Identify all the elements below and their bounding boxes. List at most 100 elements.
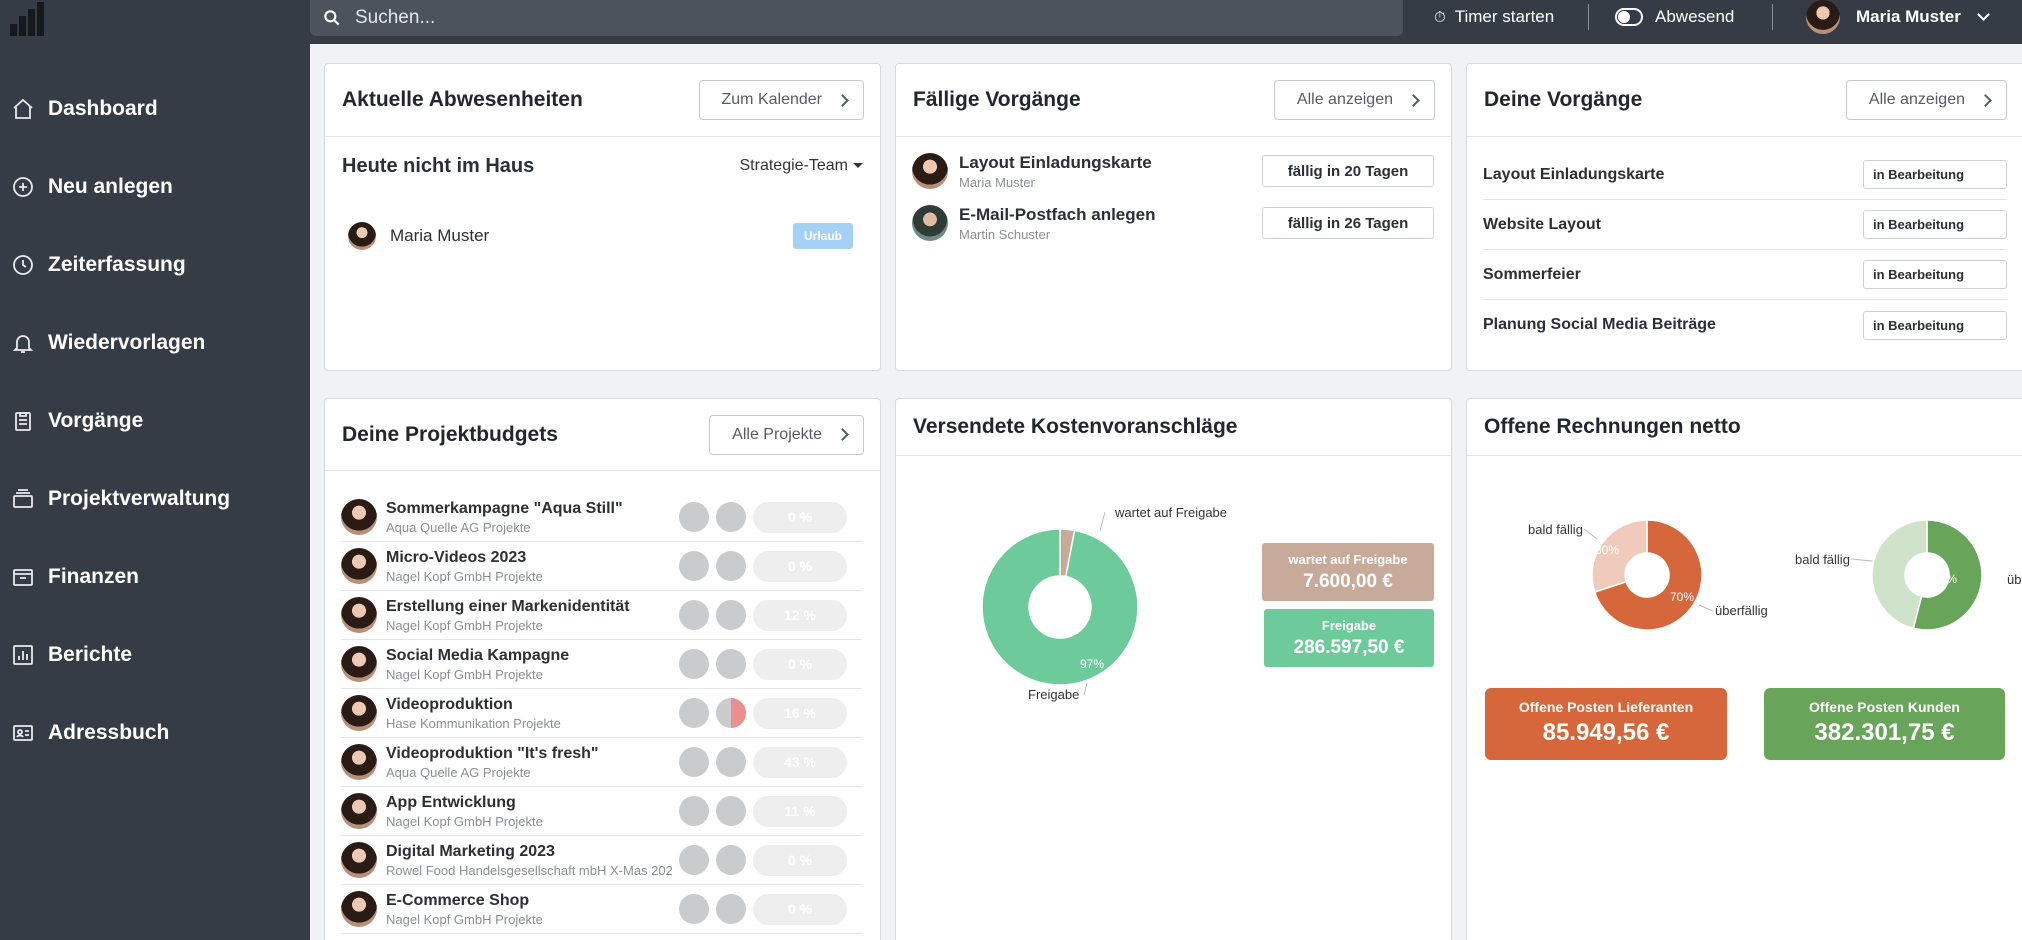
- card-title: Fällige Vorgänge: [913, 88, 1081, 111]
- chart-label: bald fällig: [1528, 522, 1583, 537]
- quote-wait-box: wartet auf Freigabe 7.600,00 €: [1262, 543, 1434, 601]
- quotes-card: Versendete Kostenvoranschläge wartet auf…: [895, 398, 1452, 940]
- chevron-right-icon: [1979, 93, 1992, 107]
- sidebar-item-label: Berichte: [48, 643, 133, 666]
- list-item[interactable]: E-Mail-Postfach anlegen Martin Schuster f…: [896, 197, 1451, 249]
- table-row[interactable]: Digital Marketing 2023 Rowel Food Handels…: [341, 836, 862, 885]
- table-row[interactable]: Social Media Kampagne Nagel Kopf GmbH Pro…: [341, 640, 862, 689]
- chevron-down-icon: [1977, 8, 1990, 21]
- app-logo[interactable]: [10, 2, 46, 36]
- away-label: Abwesend: [1655, 7, 1735, 26]
- list-item[interactable]: Sommerfeier in Bearbeitung: [1483, 250, 2007, 300]
- task-person: Martin Schuster: [959, 226, 1051, 242]
- timer-start-button[interactable]: ⏱ Timer starten: [1434, 0, 1554, 34]
- status-dot: [716, 845, 746, 875]
- timer-label: Timer starten: [1454, 7, 1555, 26]
- table-row[interactable]: App Entwicklung Nagel Kopf GmbH Projekte 1…: [341, 787, 862, 836]
- status-dot: [716, 747, 746, 777]
- table-row[interactable]: Videoproduktion "It's fresh" Aqua Quelle …: [341, 738, 862, 787]
- status-dot: [679, 845, 709, 875]
- chart-label: Freigabe: [1028, 687, 1080, 702]
- bar-chart-icon: [8, 640, 38, 670]
- box-label: Offene Posten Kunden: [1809, 699, 1960, 715]
- open-invoices-card: Offene Rechnungen netto bald fällig über…: [1466, 398, 2022, 940]
- list-item[interactable]: Layout Einladungskarte in Bearbeitung: [1483, 150, 2007, 200]
- team-dropdown[interactable]: Strategie-Team: [740, 157, 864, 175]
- away-toggle[interactable]: Abwesend: [1615, 0, 1734, 34]
- table-row[interactable]: Videoproduktion Hase Kommunikation Projek…: [341, 689, 862, 738]
- project-name: Micro-Videos 2023: [386, 548, 527, 566]
- leader-line: [1083, 682, 1088, 696]
- project-name: E-Commerce Shop: [386, 891, 530, 909]
- project-client: Aqua Quelle AG Projekte: [386, 764, 531, 780]
- project-name: Erstellung einer Markenidentität: [386, 597, 630, 615]
- sidebar-item-label: Wiedervorlagen: [48, 331, 206, 354]
- avatar: [912, 205, 948, 241]
- search-bar[interactable]: [310, 0, 1403, 36]
- project-client: Rowel Food Handelsgesellschaft mbH X-Mas…: [386, 862, 672, 878]
- pie-slice-approved[interactable]: [981, 528, 1139, 686]
- plus-circle-icon: [8, 172, 38, 202]
- show-all-button[interactable]: Alle anzeigen: [1845, 80, 2007, 120]
- sidebar-item-time-tracking[interactable]: Zeiterfassung: [0, 226, 310, 304]
- status-dot: [679, 649, 709, 679]
- button-label: Zum Kalender: [721, 91, 823, 108]
- sidebar-item-reminders[interactable]: Wiedervorlagen: [0, 304, 310, 382]
- project-client: Hase Kommunikation Projekte: [386, 715, 561, 731]
- user-menu[interactable]: Maria Muster: [1806, 0, 1990, 34]
- chevron-right-icon: [836, 428, 849, 441]
- top-bar: ⏱ Timer starten Abwesend Maria Muster: [310, 0, 2022, 44]
- divider: [1588, 4, 1589, 30]
- status-badge: in Bearbeitung: [1863, 260, 2007, 289]
- avatar: [348, 222, 376, 250]
- status-badge: in Bearbeitung: [1863, 310, 2007, 340]
- project-client: Aqua Quelle AG Projekte: [386, 519, 531, 535]
- list-item[interactable]: Planung Social Media Beiträge in Bearbeit…: [1483, 300, 2007, 350]
- home-icon: [8, 94, 38, 124]
- box-value: 286.597,50 €: [1293, 637, 1405, 658]
- quote-approved-box: Freigabe 286.597,50 €: [1264, 609, 1434, 667]
- my-tasks-card: Deine Vorgänge Alle anzeigen Layout Einl…: [1466, 63, 2022, 371]
- customers-open-box: Offene Posten Kunden 382.301,75 €: [1764, 688, 2005, 760]
- leader-line: [1099, 511, 1106, 532]
- table-row[interactable]: E-Commerce Shop Nagel Kopf GmbH Projekte 0…: [341, 885, 862, 934]
- data-label: 30%: [1595, 543, 1620, 557]
- status-dot: [716, 796, 746, 826]
- project-budgets-card: Deine Projektbudgets Alle Projekte Somme…: [324, 398, 881, 940]
- sidebar-item-new[interactable]: Neu anlegen: [0, 148, 310, 226]
- status-badge: Urlaub: [792, 223, 853, 249]
- table-row[interactable]: Micro-Videos 2023 Nagel Kopf GmbH Projekt…: [341, 542, 862, 591]
- list-item[interactable]: Website Layout in Bearbeitung: [1483, 200, 2007, 250]
- all-projects-button[interactable]: Alle Projekte: [709, 414, 864, 455]
- status-dot: [716, 894, 746, 924]
- table-row[interactable]: Erstellung einer Markenidentität Nagel Ko…: [341, 591, 862, 640]
- box-label: Offene Posten Lieferanten: [1518, 699, 1694, 715]
- sidebar: Dashboard Neu anlegen Zeiterfassung Wied…: [0, 0, 310, 940]
- sidebar-item-reports[interactable]: Berichte: [0, 616, 310, 694]
- budget-percent: 0 %: [753, 550, 847, 582]
- avatar: [912, 153, 948, 189]
- toggle-icon: [1615, 8, 1643, 26]
- sidebar-nav: Dashboard Neu anlegen Zeiterfassung Wied…: [0, 70, 310, 772]
- status-dot: [716, 551, 746, 581]
- budget-percent: 0 %: [753, 844, 847, 876]
- data-label: 54%: [1933, 572, 1958, 586]
- budget-percent: 0 %: [753, 501, 847, 533]
- search-input[interactable]: [355, 7, 1255, 29]
- sidebar-item-projects[interactable]: Projektverwaltung: [0, 460, 310, 538]
- task-name: Layout Einladungskarte: [1483, 165, 1665, 183]
- chart-label: wartet auf Freigabe: [1115, 505, 1228, 520]
- project-name: Social Media Kampagne: [386, 646, 570, 664]
- task-name: Layout Einladungskarte: [959, 152, 1152, 172]
- sidebar-item-tasks[interactable]: Vorgänge: [0, 382, 310, 460]
- sidebar-item-dashboard[interactable]: Dashboard: [0, 70, 310, 148]
- list-item[interactable]: Layout Einladungskarte Maria Muster fälli…: [896, 145, 1451, 197]
- table-row[interactable]: Sommerkampagne "Aqua Still" Aqua Quelle A…: [341, 493, 862, 542]
- sidebar-item-address-book[interactable]: Adressbuch: [0, 694, 310, 772]
- status-dot: [679, 698, 709, 728]
- sidebar-item-finance[interactable]: Finanzen: [0, 538, 310, 616]
- show-all-button[interactable]: Alle anzeigen: [1273, 80, 1435, 120]
- to-calendar-button[interactable]: Zum Kalender: [698, 80, 864, 120]
- task-name: Planung Social Media Beiträge: [1483, 316, 1716, 333]
- avatar: [341, 744, 377, 780]
